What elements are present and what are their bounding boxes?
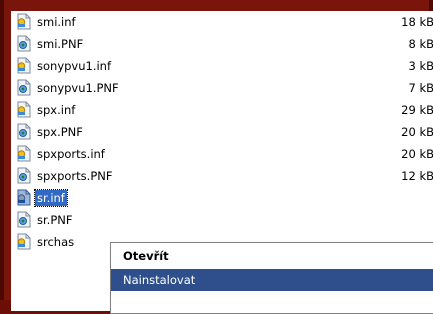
file-row-selected[interactable]: sr.inf bbox=[11, 187, 433, 209]
pnf-precompiled-file-icon bbox=[16, 211, 32, 228]
pnf-precompiled-file-icon bbox=[16, 167, 32, 184]
file-name: srchas bbox=[37, 235, 75, 249]
file-name: spxports.inf bbox=[37, 147, 105, 161]
menu-item-open[interactable]: Otevřít bbox=[111, 245, 433, 267]
inf-settings-file-icon bbox=[16, 101, 32, 118]
file-row[interactable]: sonypvu1.inf 3 kB bbox=[11, 55, 433, 77]
file-row[interactable]: spx.inf 29 kB bbox=[11, 99, 433, 121]
file-row[interactable]: spxports.inf 20 kB bbox=[11, 143, 433, 165]
inf-settings-file-icon bbox=[16, 13, 32, 30]
file-name: spx.inf bbox=[37, 103, 76, 117]
menu-item-install[interactable]: Nainstalovat bbox=[111, 269, 433, 291]
file-size: 20 kB bbox=[401, 147, 433, 161]
file-name: sonypvu1.PNF bbox=[37, 81, 119, 95]
pnf-precompiled-file-icon bbox=[16, 35, 32, 52]
file-row[interactable]: spxports.PNF 12 kB bbox=[11, 165, 433, 187]
file-name: spx.PNF bbox=[37, 125, 83, 139]
file-name: sr.PNF bbox=[37, 213, 73, 227]
file-size: 29 kB bbox=[401, 103, 433, 117]
pnf-precompiled-file-icon bbox=[16, 79, 32, 96]
file-row[interactable]: sonypvu1.PNF 7 kB bbox=[11, 77, 433, 99]
context-menu: Otevřít Nainstalovat bbox=[110, 242, 433, 314]
file-name: smi.inf bbox=[37, 15, 76, 29]
file-row[interactable]: smi.PNF 8 kB bbox=[11, 33, 433, 55]
inf-settings-file-icon bbox=[16, 57, 32, 74]
inf-settings-file-icon bbox=[16, 145, 32, 162]
file-size: 8 kB bbox=[408, 37, 433, 51]
pnf-precompiled-file-icon bbox=[16, 123, 32, 140]
file-name: sr.inf bbox=[34, 189, 68, 207]
inf-settings-file-icon bbox=[16, 233, 32, 250]
file-size: 20 kB bbox=[401, 125, 433, 139]
file-size: 3 kB bbox=[408, 59, 433, 73]
inf-settings-file-icon bbox=[16, 189, 32, 206]
file-name: spxports.PNF bbox=[37, 169, 113, 183]
file-size: 12 kB bbox=[401, 169, 433, 183]
file-name: sonypvu1.inf bbox=[37, 59, 112, 73]
file-name: smi.PNF bbox=[37, 37, 84, 51]
file-row[interactable]: sr.PNF bbox=[11, 209, 433, 231]
file-row[interactable]: smi.inf 18 kB bbox=[11, 11, 433, 33]
file-size: 18 kB bbox=[401, 15, 433, 29]
file-row[interactable]: spx.PNF 20 kB bbox=[11, 121, 433, 143]
file-size: 7 kB bbox=[408, 81, 433, 95]
